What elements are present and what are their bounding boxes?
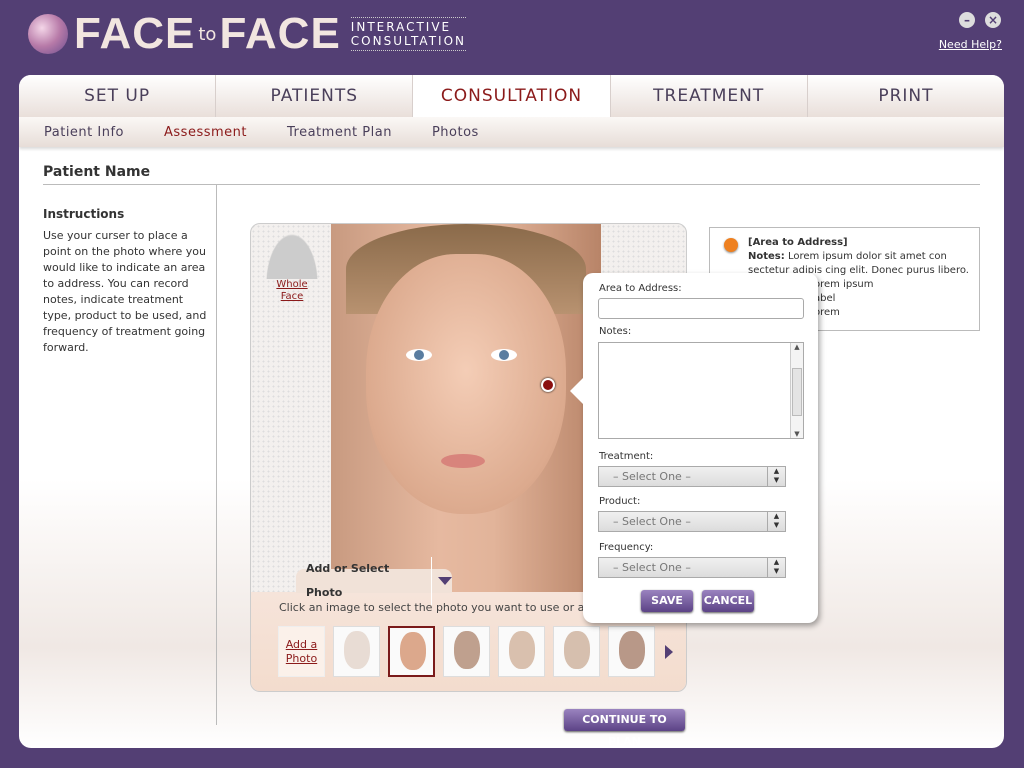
person-silhouette-icon	[266, 234, 318, 279]
product-label: Product:	[599, 496, 641, 507]
spinner-icon: ▲ ▼	[767, 467, 785, 486]
minimize-button[interactable]: –	[959, 12, 975, 28]
cancel-button[interactable]: CANCEL	[702, 590, 754, 612]
subnav-assessment[interactable]: Assessment	[164, 125, 247, 140]
spinner-icon: ▲ ▼	[767, 558, 785, 577]
whole-face-button[interactable]: Whole Face	[266, 234, 318, 303]
tray-hint: Click an image to select the photo you w…	[279, 601, 609, 614]
patient-photo[interactable]	[331, 224, 601, 594]
add-photo-button[interactable]: Add a Photo	[278, 626, 325, 677]
area-marker-dot-icon	[724, 238, 738, 252]
area-to-address-input[interactable]	[598, 298, 804, 319]
area-edit-popup: Area to Address: Notes: ▲ ▼ Treatment: – …	[570, 273, 818, 623]
close-button[interactable]: ×	[985, 12, 1001, 28]
photo-thumbnail[interactable]	[443, 626, 490, 677]
note-title: [Area to Address]	[748, 237, 848, 248]
main-tabs: SET UP PATIENTS CONSULTATION TREATMENT P…	[19, 75, 1004, 117]
photo-thumbnail[interactable]	[498, 626, 545, 677]
logo-text: FACE	[74, 9, 196, 58]
logo-text: FACE	[219, 9, 341, 58]
treatment-select[interactable]: – Select One – ▲ ▼	[598, 466, 786, 487]
tab-treatment[interactable]: TREATMENT	[610, 75, 808, 117]
frequency-select[interactable]: – Select One – ▲ ▼	[598, 557, 786, 578]
scrollbar[interactable]: ▲ ▼	[790, 343, 803, 438]
photo-thumbnail[interactable]	[333, 626, 380, 677]
frequency-label: Frequency:	[599, 542, 654, 553]
subnav-patient-info[interactable]: Patient Info	[44, 125, 124, 140]
need-help-link[interactable]: Need Help?	[939, 38, 1002, 51]
photo-eye	[491, 349, 517, 361]
sub-nav: Patient Info Assessment Treatment Plan P…	[19, 117, 1004, 147]
next-arrow-icon[interactable]	[665, 644, 673, 659]
page-title: Patient Name	[43, 164, 151, 180]
add-or-select-photo-tab[interactable]: Add or Select Photo	[296, 557, 452, 605]
product-select[interactable]: – Select One – ▲ ▼	[598, 511, 786, 532]
logo-text: to	[198, 23, 217, 45]
notes-textarea[interactable]: ▲ ▼	[598, 342, 804, 439]
tab-set-up[interactable]: SET UP	[19, 75, 217, 117]
photo-lips	[441, 454, 485, 468]
logo-orb-icon	[28, 14, 68, 54]
tab-patients[interactable]: PATIENTS	[216, 75, 414, 117]
continue-to-plan-button[interactable]: CONTINUE TO PLAN	[564, 709, 685, 748]
spinner-icon: ▲ ▼	[767, 512, 785, 531]
instructions-text: Use your curser to place a point on the …	[43, 229, 207, 354]
save-button[interactable]: SAVE	[641, 590, 693, 612]
photo-eye	[406, 349, 432, 361]
app-logo: FACE to FACE INTERACTIVE CONSULTATION	[28, 9, 466, 58]
subnav-photos[interactable]: Photos	[432, 125, 479, 140]
logo-subtitle: INTERACTIVE CONSULTATION	[350, 17, 466, 51]
photo-thumbnail-selected[interactable]	[388, 626, 435, 677]
divider	[43, 184, 980, 185]
photo-thumbnail[interactable]	[553, 626, 600, 677]
photo-thumbnail[interactable]	[608, 626, 655, 677]
area-label: Area to Address:	[599, 283, 682, 294]
tab-print[interactable]: PRINT	[807, 75, 1004, 117]
dropdown-triangle-icon	[438, 577, 452, 585]
tab-consultation[interactable]: CONSULTATION	[413, 75, 611, 117]
notes-label: Notes:	[599, 326, 632, 337]
instructions-title: Instructions	[43, 207, 125, 221]
photo-thumbnails: Add a Photo	[278, 626, 673, 677]
treatment-label: Treatment:	[599, 451, 654, 462]
divider	[216, 185, 217, 725]
popup-pointer	[570, 377, 584, 405]
subnav-treatment-plan[interactable]: Treatment Plan	[287, 125, 392, 140]
area-marker-pin[interactable]	[541, 378, 555, 392]
